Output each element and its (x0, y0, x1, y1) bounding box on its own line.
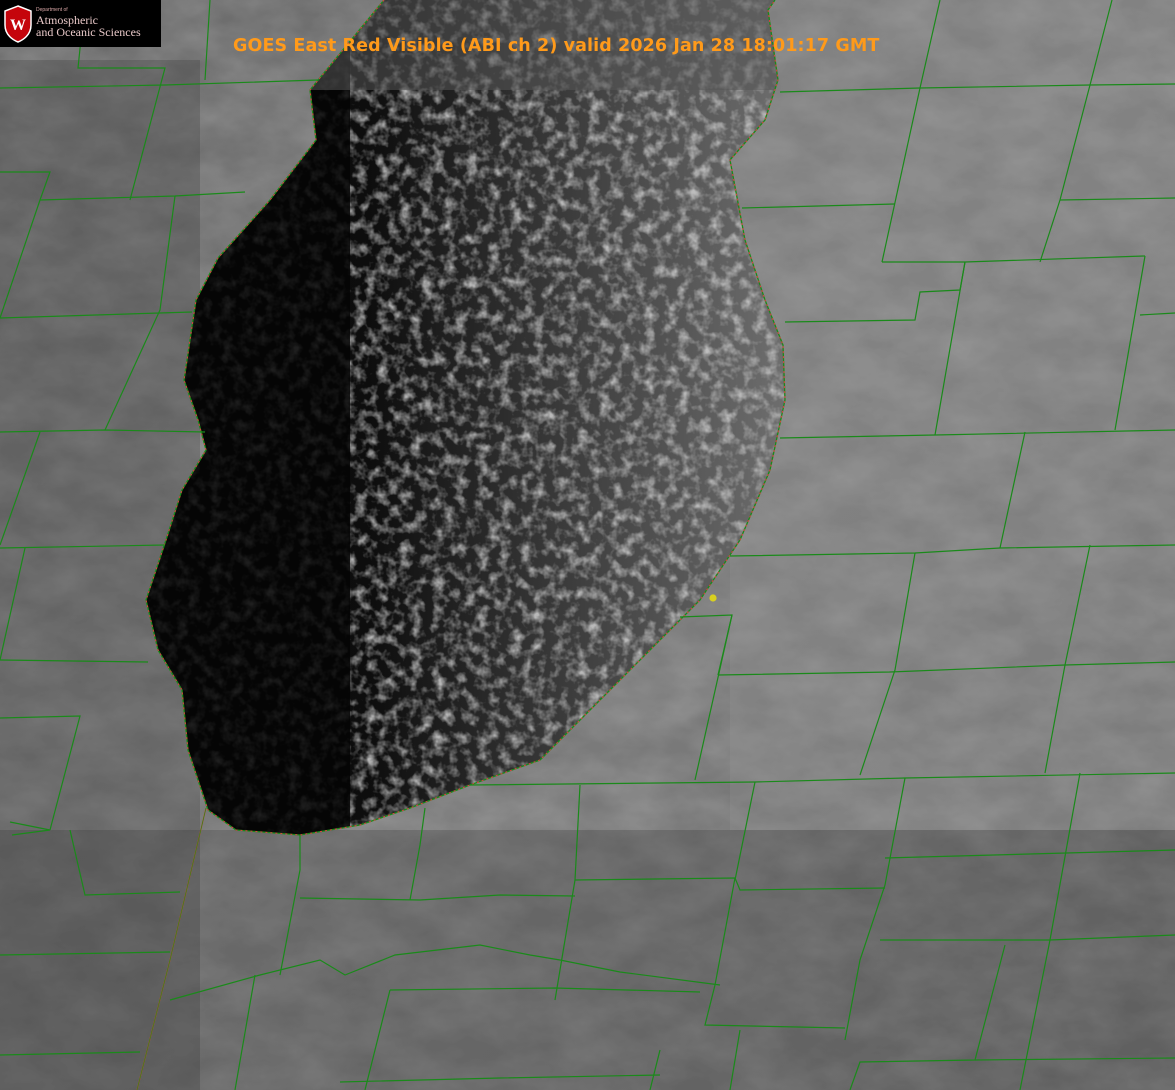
crest-letter: W (10, 17, 26, 34)
uw-aos-logo: W Department of Atmospheric and Oceanic … (0, 0, 161, 47)
cloud-streaks-east (730, 0, 1175, 830)
satellite-map[interactable] (0, 0, 1175, 1090)
image-title: GOES East Red Visible (ABI ch 2) valid 2… (233, 36, 880, 56)
land-shade-south (0, 830, 1175, 1090)
uw-crest-icon: W (3, 4, 33, 43)
logo-line-2: and Oceanic Sciences (36, 25, 141, 40)
station-dot-icon[interactable] (709, 594, 717, 602)
